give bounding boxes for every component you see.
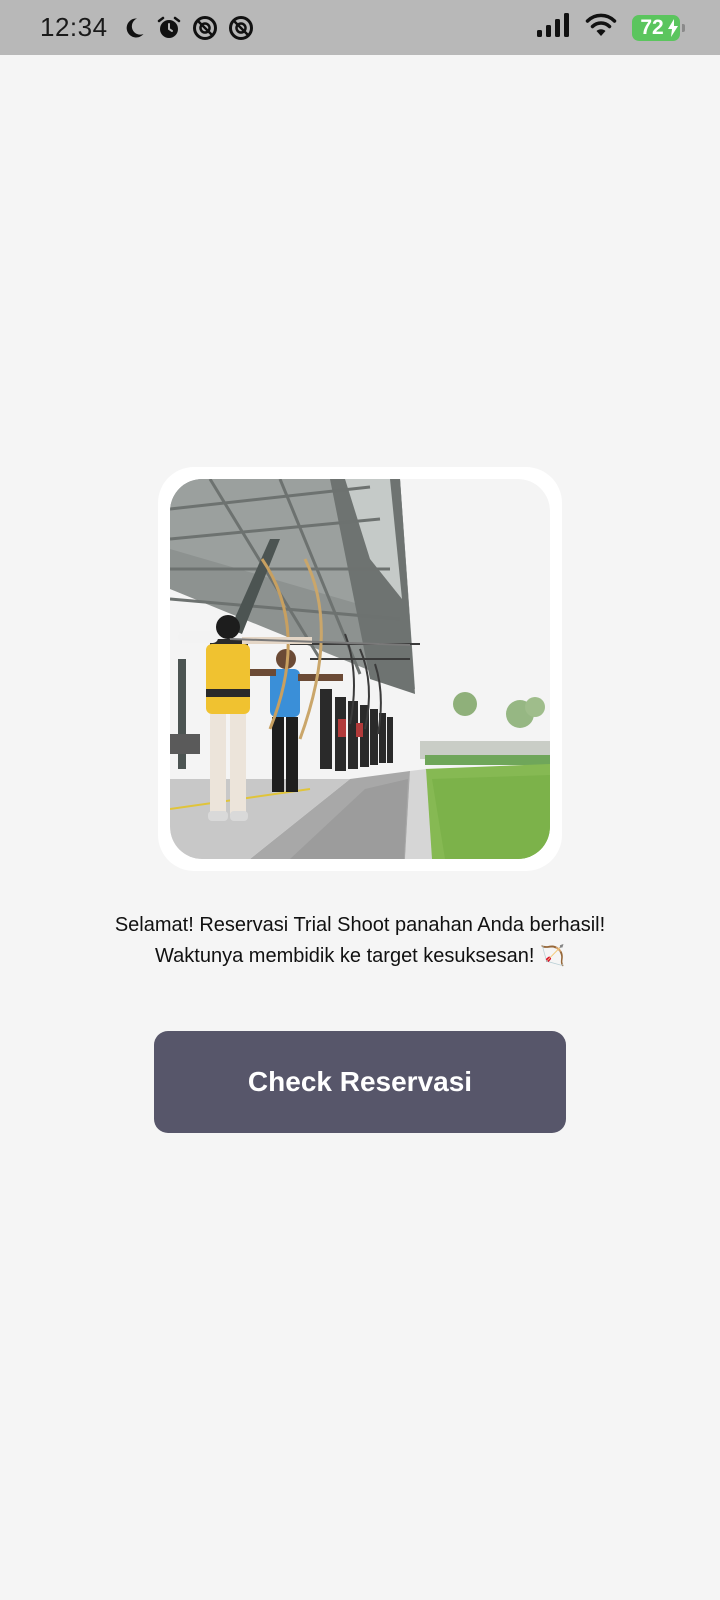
status-left-icons <box>122 15 254 41</box>
notification-blocked-icon <box>228 15 254 41</box>
battery-tip <box>682 23 685 32</box>
status-right-icons: 72 <box>536 12 685 43</box>
photo-card <box>158 467 562 871</box>
wifi-icon <box>584 12 618 43</box>
check-reservation-button[interactable]: Check Reservasi <box>154 1031 566 1133</box>
notification-blocked-icon <box>192 15 218 41</box>
archery-range-photo <box>170 479 550 859</box>
signal-icon <box>536 12 570 43</box>
charging-bolt-icon <box>668 18 678 43</box>
alarm-icon <box>156 15 182 41</box>
success-message-line-2: Waktunya membidik ke target kesuksesan! … <box>155 945 565 967</box>
moon-icon <box>122 16 146 40</box>
status-bar: 12:34 72 <box>0 0 720 55</box>
success-message: Selamat! Reservasi Trial Shoot panahan A… <box>40 910 680 972</box>
battery-indicator: 72 <box>632 14 685 43</box>
success-message-line-1: Selamat! Reservasi Trial Shoot panahan A… <box>114 914 606 936</box>
battery-level: 72 <box>640 15 664 39</box>
status-time: 12:34 <box>40 12 108 42</box>
